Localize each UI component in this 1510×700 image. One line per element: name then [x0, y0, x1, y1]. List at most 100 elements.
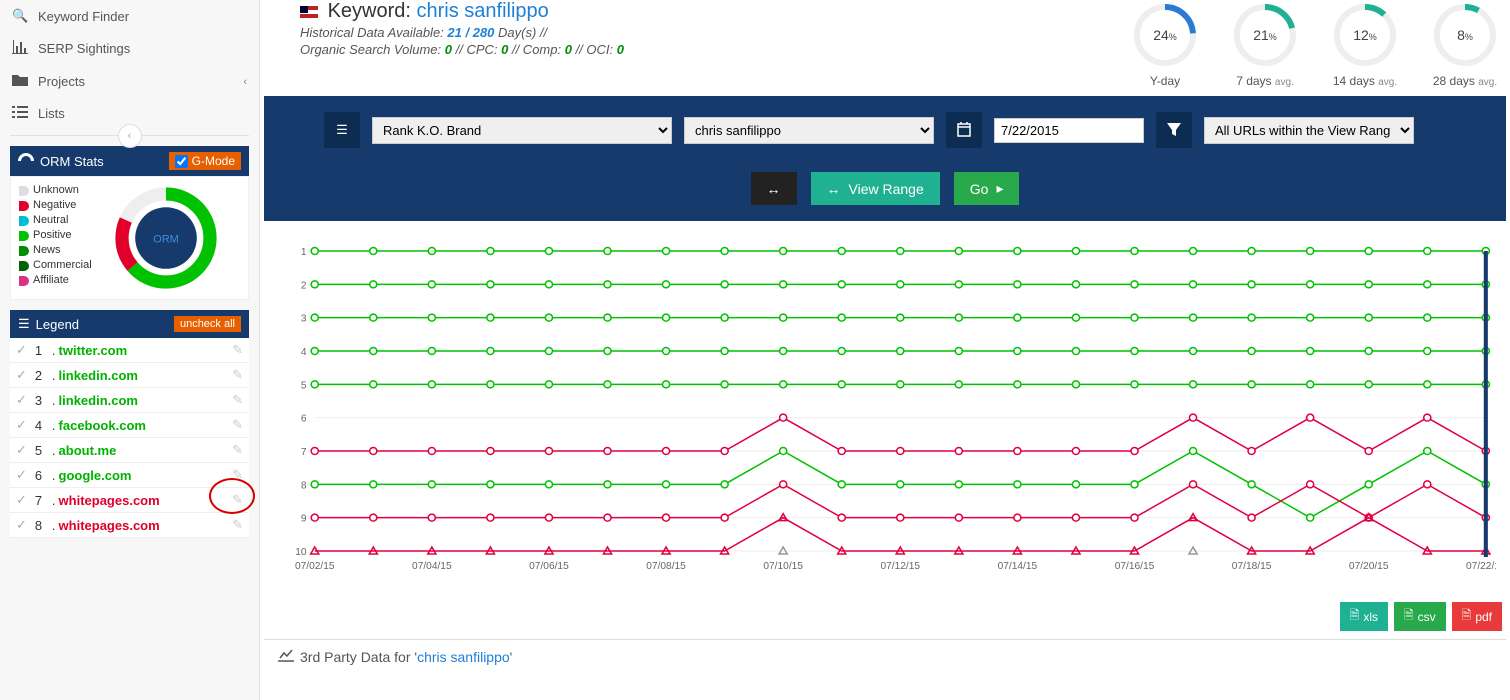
legend-title: Legend — [36, 317, 79, 332]
legend-row[interactable]: ✓1.twitter.com✎ — [10, 338, 249, 363]
rank-chart: 1 2 3 4 5 6 7 8 9 10 07/02/15 07/04/15 07/06/15 07/08… — [264, 231, 1506, 598]
checkmark-icon[interactable]: ✓ — [16, 367, 27, 383]
collapse-sidebar-button[interactable]: ‹ — [118, 124, 142, 148]
svg-text:07/02/15: 07/02/15 — [295, 561, 335, 572]
view-range-button[interactable]: ↔ View Range — [811, 172, 940, 205]
page-title: Keyword: chris sanfilippo — [300, 0, 1130, 23]
uncheck-all-button[interactable]: uncheck all — [174, 316, 241, 332]
folder-icon — [12, 73, 30, 90]
keyword-select[interactable]: chris sanfilippo — [684, 117, 934, 144]
export-xls-button[interactable]: 🗎 xls — [1340, 602, 1388, 631]
legend-domain-link[interactable]: about.me — [59, 443, 117, 458]
legend-row[interactable]: ✓3.linkedin.com✎ — [10, 388, 249, 413]
nav-label: Lists — [38, 106, 65, 121]
svg-text:2: 2 — [301, 280, 307, 291]
gauge: 24%Y-day — [1130, 0, 1200, 88]
svg-text:4: 4 — [301, 347, 307, 358]
svg-text:07/10/15: 07/10/15 — [763, 561, 803, 572]
svg-text:07/16/15: 07/16/15 — [1115, 561, 1155, 572]
organic-data-line: Organic Search Volume: 0 // CPC: 0 // Co… — [300, 42, 1130, 57]
svg-text:24%: 24% — [1153, 27, 1177, 43]
checkmark-icon[interactable]: ✓ — [16, 417, 27, 433]
legend-row[interactable]: ✓2.linkedin.com✎ — [10, 363, 249, 388]
checkmark-icon[interactable]: ✓ — [16, 342, 27, 358]
orm-title: ORM Stats — [40, 154, 104, 169]
calendar-icon[interactable] — [946, 112, 982, 148]
orm-stats-panel: ORM Stats G-Mode Unknown Negative Neutra… — [10, 146, 249, 300]
legend-domain-link[interactable]: twitter.com — [59, 343, 128, 358]
svg-text:10: 10 — [295, 547, 307, 558]
legend-row[interactable]: ✓5.about.me✎ — [10, 438, 249, 463]
export-pdf-button[interactable]: 🗎 pdf — [1452, 602, 1502, 631]
url-range-select[interactable]: All URLs within the View Range — [1204, 117, 1414, 144]
orm-donut-chart: ORM — [92, 183, 240, 293]
edit-icon[interactable]: ✎ — [232, 417, 243, 433]
chart-type-select[interactable]: Rank K.O. Brand — [372, 117, 672, 144]
svg-text:07/20/15: 07/20/15 — [1349, 561, 1389, 572]
nav-keyword-finder[interactable]: 🔍 Keyword Finder — [0, 0, 259, 32]
svg-text:07/22/15: 07/22/15 — [1466, 561, 1496, 572]
svg-text:07/06/15: 07/06/15 — [529, 561, 569, 572]
svg-text:6: 6 — [301, 414, 307, 425]
checkmark-icon[interactable]: ✓ — [16, 442, 27, 458]
legend-row[interactable]: ✓4.facebook.com✎ — [10, 413, 249, 438]
svg-text:07/08/15: 07/08/15 — [646, 561, 686, 572]
filter-bar: ☰ Rank K.O. Brand chris sanfilippo All U… — [264, 96, 1506, 221]
legend-row[interactable]: ✓8.whitepages.com✎ — [10, 513, 249, 538]
highlight-circle — [209, 478, 255, 514]
svg-text:8%: 8% — [1457, 27, 1473, 43]
legend-domain-link[interactable]: whitepages.com — [59, 518, 160, 533]
svg-text:07/18/15: 07/18/15 — [1232, 561, 1272, 572]
legend-domain-link[interactable]: google.com — [59, 468, 132, 483]
chart-line-icon — [278, 648, 294, 665]
svg-text:9: 9 — [301, 514, 307, 525]
us-flag-icon — [300, 6, 318, 18]
swap-button[interactable]: ↔ — [751, 172, 797, 205]
svg-text:7: 7 — [301, 447, 307, 458]
edit-icon[interactable]: ✎ — [232, 392, 243, 408]
legend-domain-link[interactable]: linkedin.com — [59, 393, 138, 408]
search-icon: 🔍 — [12, 8, 30, 24]
dashboard-icon — [18, 153, 34, 170]
svg-text:1: 1 — [301, 247, 307, 258]
edit-icon[interactable]: ✎ — [232, 367, 243, 383]
legend-domain-link[interactable]: whitepages.com — [59, 493, 160, 508]
nav-serp-sightings[interactable]: SERP Sightings — [0, 32, 259, 65]
svg-text:07/12/15: 07/12/15 — [880, 561, 920, 572]
third-party-heading: 3rd Party Data for 'chris sanfilippo' — [264, 639, 1506, 673]
svg-text:8: 8 — [301, 480, 307, 491]
nav-projects[interactable]: Projects ‹ — [0, 65, 259, 98]
checkmark-icon[interactable]: ✓ — [16, 392, 27, 408]
edit-icon[interactable]: ✎ — [232, 442, 243, 458]
export-csv-button[interactable]: 🗎 csv — [1394, 602, 1446, 631]
list-icon — [12, 106, 30, 121]
list-icon: ☰ — [18, 316, 30, 332]
chart-bars-icon — [12, 40, 30, 57]
checkmark-icon[interactable]: ✓ — [16, 492, 27, 508]
nav-label: SERP Sightings — [38, 41, 130, 56]
date-input[interactable] — [994, 118, 1144, 143]
chevron-left-icon: ‹ — [243, 76, 247, 88]
svg-text:5: 5 — [301, 380, 307, 391]
edit-icon[interactable]: ✎ — [232, 342, 243, 358]
svg-text:07/04/15: 07/04/15 — [412, 561, 452, 572]
checkmark-icon[interactable]: ✓ — [16, 517, 27, 533]
svg-text:3: 3 — [301, 314, 307, 325]
edit-icon[interactable]: ✎ — [232, 517, 243, 533]
view-list-icon[interactable]: ☰ — [324, 112, 360, 148]
legend-panel: ☰ Legend uncheck all ✓1.twitter.com✎✓2.l… — [10, 310, 249, 538]
nav-label: Keyword Finder — [38, 9, 129, 24]
orm-legend: Unknown Negative Neutral Positive News C… — [19, 183, 92, 293]
gauge: 21%7 days avg. — [1230, 0, 1300, 88]
legend-domain-link[interactable]: facebook.com — [59, 418, 146, 433]
nav-label: Projects — [38, 74, 85, 89]
legend-domain-link[interactable]: linkedin.com — [59, 368, 138, 383]
gmode-checkbox[interactable] — [175, 155, 188, 168]
checkmark-icon[interactable]: ✓ — [16, 467, 27, 483]
filter-icon[interactable] — [1156, 112, 1192, 148]
svg-text:21%: 21% — [1253, 27, 1277, 43]
svg-text:12%: 12% — [1353, 27, 1377, 43]
go-button[interactable]: Go ▸ — [954, 172, 1020, 205]
svg-text:07/14/15: 07/14/15 — [998, 561, 1038, 572]
gmode-toggle[interactable]: G-Mode — [169, 152, 241, 170]
